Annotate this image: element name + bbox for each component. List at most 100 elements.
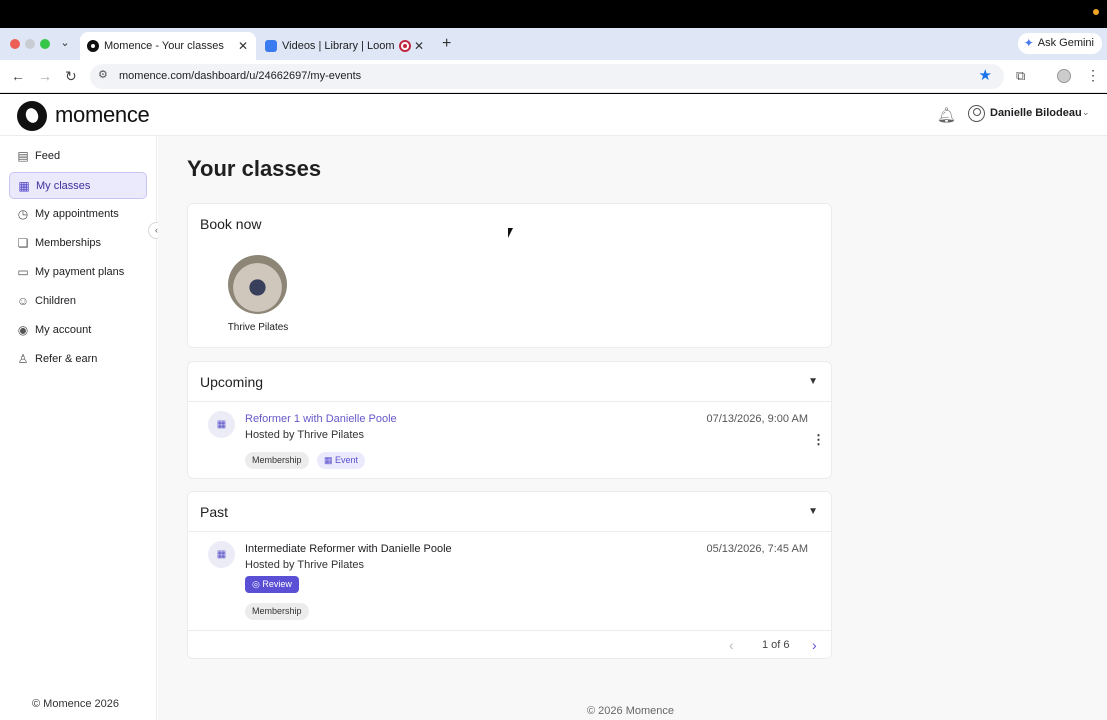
browser-menu-icon[interactable]: ⋮ [1086,67,1100,84]
maximize-window-button[interactable] [40,39,50,49]
main-content: Your classes Book now Thrive Pilates Upc… [158,136,1107,720]
mouse-cursor-icon [508,228,513,238]
sidebar-footer: © Momence 2026 [32,698,119,710]
pagination-status: 1 of 6 [762,639,790,651]
next-page-chevron-icon[interactable]: › [812,637,817,653]
upcoming-card: Upcoming ▼ ▦ Reformer 1 with Danielle Po… [187,361,832,479]
minimize-window-button[interactable] [25,39,35,49]
past-title[interactable]: Past [200,504,228,520]
chevron-down-icon[interactable]: ▼ [808,506,818,517]
user-name[interactable]: Danielle Bilodeau [990,107,1082,119]
previous-page-chevron-icon[interactable]: ‹ [729,637,734,653]
sidebar-item-my-appointments[interactable]: ◷ My appointments [9,201,147,228]
url-text[interactable]: momence.com/dashboard/u/24662697/my-even… [119,64,361,89]
page-title: Your classes [187,156,322,181]
sidebar: ▤ Feed ▦ My classes ◷ My appointments ❏ … [0,136,157,720]
calendar-icon: ▦ [18,179,30,193]
sidebar-item-label: Refer & earn [35,353,98,365]
sidebar-item-my-payment-plans[interactable]: ▭ My payment plans [9,259,147,286]
page-footer: © 2026 Momence [587,705,674,717]
more-options-icon[interactable]: ⋮ [812,432,825,448]
book-now-title: Book now [200,216,262,232]
event-datetime: 07/13/2026, 9:00 AM [706,413,808,425]
event-calendar-icon: ▦ [208,411,235,438]
sidebar-item-memberships[interactable]: ❏ Memberships [9,230,147,257]
event-title[interactable]: Intermediate Reformer with Danielle Pool… [245,543,452,555]
event-host: Hosted by Thrive Pilates [245,559,365,571]
sidebar-item-label: My appointments [35,208,119,220]
gemini-spark-icon: ✦ [1023,36,1034,50]
chevron-down-icon[interactable]: ⌄ [1082,107,1090,118]
browser-profile-icon[interactable] [1057,69,1071,83]
sidebar-item-label: Children [35,295,76,307]
loom-favicon-icon [265,40,277,52]
upcoming-title[interactable]: Upcoming [200,374,263,390]
event-host: Hosted by Thrive Pilates [245,429,365,441]
sidebar-item-label: My classes [36,180,91,192]
browser-tab-strip: ⌄ Momence - Your classes ✕ Videos | Libr… [0,28,1107,60]
studio-name[interactable]: Thrive Pilates [188,322,328,333]
event-datetime: 05/13/2026, 7:45 AM [706,543,808,555]
momence-favicon-icon [87,40,99,52]
refer-icon: ♙ [17,352,29,366]
event-tag: ▦ Event [317,452,366,469]
review-button[interactable]: ◎ Review [245,576,299,593]
review-label: Review [262,579,292,589]
os-menu-bar [0,0,1107,28]
membership-tag: Membership [245,603,309,620]
sidebar-item-my-classes[interactable]: ▦ My classes [9,172,147,199]
user-avatar-icon[interactable] [968,105,985,122]
sidebar-item-my-account[interactable]: ◉ My account [9,317,147,344]
back-arrow-icon[interactable]: ← [11,67,25,85]
studio-avatar[interactable] [228,255,287,314]
extensions-puzzle-icon[interactable]: ⧉ [1016,68,1025,84]
momence-logo-icon[interactable] [17,101,47,131]
recording-indicator [1093,9,1099,15]
sidebar-item-label: Feed [35,150,61,162]
tab-label: Videos | Library | Loom [282,40,395,52]
tab-search-chevron-icon[interactable]: ⌄ [58,35,72,51]
new-tab-button[interactable]: + [442,34,451,54]
close-tab-icon[interactable]: ✕ [414,32,424,60]
tab-loom[interactable]: Videos | Library | Loom [258,32,395,60]
event-calendar-icon: ▦ [208,541,235,568]
reload-icon[interactable]: ↻ [65,67,77,85]
forward-arrow-icon[interactable]: → [38,67,52,85]
membership-icon: ❏ [17,236,29,250]
tab-recording[interactable]: ✕ [392,32,432,60]
divider [188,531,831,532]
close-tab-icon[interactable]: ✕ [238,32,248,60]
close-window-button[interactable] [10,39,20,49]
divider [188,630,831,631]
chevron-down-icon[interactable]: ▼ [808,376,818,387]
doc-icon: ▤ [17,149,29,163]
app-header: momence 🔔︎ Danielle Bilodeau ⌄ [0,94,1107,136]
brand-name[interactable]: momence [55,102,150,128]
past-card: Past ▼ ▦ Intermediate Reformer with Dani… [187,491,832,659]
ask-gemini-label: Ask Gemini [1037,37,1094,49]
record-favicon-icon [399,40,411,52]
sidebar-item-feed[interactable]: ▤ Feed [9,143,147,170]
tab-momence[interactable]: Momence - Your classes ✕ [80,32,256,60]
membership-tag: Membership [245,452,309,469]
tab-label: Momence - Your classes [104,40,224,52]
event-title[interactable]: Reformer 1 with Danielle Poole [245,413,397,425]
sidebar-item-children[interactable]: ☺ Children [9,288,147,315]
event-tag-label: Event [335,455,359,465]
bookmark-star-icon[interactable]: ★ [979,66,992,84]
momence-app: momence 🔔︎ Danielle Bilodeau ⌄ ▤ Feed ▦ … [0,94,1107,720]
browser-toolbar: ← → ↻ ⚙ momence.com/dashboard/u/24662697… [0,60,1107,93]
notifications-bell-icon[interactable]: 🔔︎ [937,106,956,124]
sidebar-item-label: My payment plans [35,266,125,278]
sidebar-item-label: Memberships [35,237,102,249]
divider [188,401,831,402]
clock-icon: ◷ [17,207,29,221]
card-icon: ▭ [17,265,29,279]
address-bar[interactable]: ⚙ momence.com/dashboard/u/24662697/my-ev… [90,64,1004,89]
site-settings-icon[interactable]: ⚙ [98,68,108,81]
sidebar-item-label: My account [35,324,92,336]
book-now-card: Book now Thrive Pilates [187,203,832,348]
sidebar-item-refer-earn[interactable]: ♙ Refer & earn [9,346,147,373]
ask-gemini-button[interactable]: ✦ Ask Gemini [1017,33,1102,54]
child-icon: ☺ [16,294,30,308]
